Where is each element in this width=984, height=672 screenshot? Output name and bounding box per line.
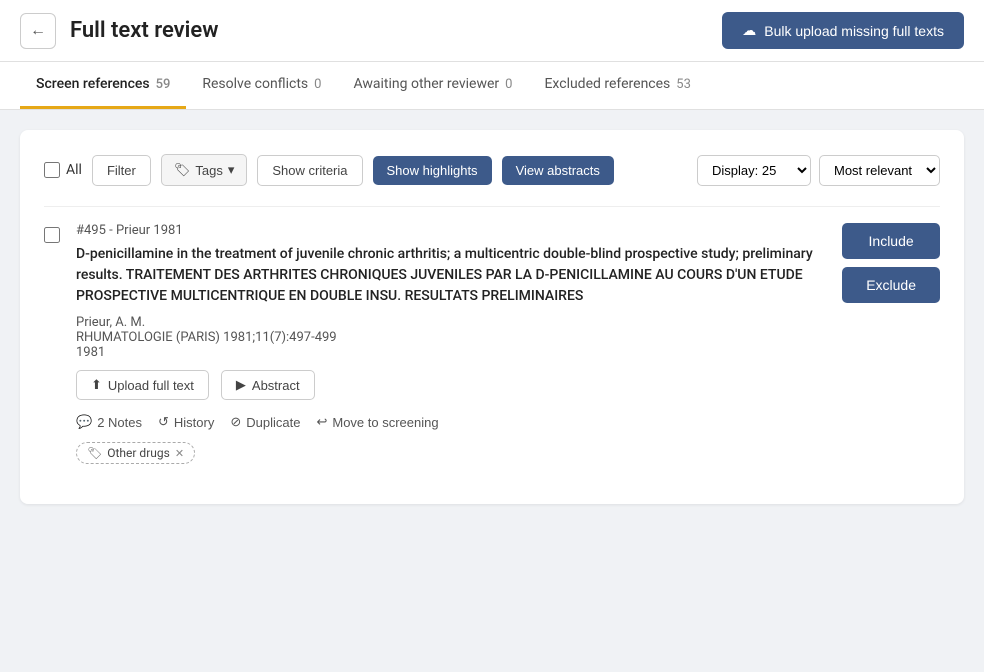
back-button[interactable]: ← — [20, 13, 56, 49]
abstract-label: Abstract — [252, 378, 300, 393]
show-highlights-button[interactable]: Show highlights — [373, 156, 492, 185]
tags-label: Tags — [195, 163, 222, 178]
main-content: All Filter 🏷 Tags ▾ Show criteria Show h… — [0, 110, 984, 524]
move-label: Move to screening — [332, 415, 438, 430]
abstract-button[interactable]: ▶ Abstract — [221, 370, 315, 400]
history-icon: ↺ — [158, 414, 169, 430]
tab-resolve-count: 0 — [314, 77, 321, 92]
cloud-upload-icon: ☁ — [742, 22, 756, 39]
reference-actions: ⬆ Upload full text ▶ Abstract — [76, 370, 826, 400]
reference-year: 1981 — [76, 345, 826, 360]
bulk-upload-label: Bulk upload missing full texts — [764, 23, 944, 39]
notes-icon: 💬 — [76, 414, 92, 430]
tab-excluded-count: 53 — [676, 77, 691, 92]
select-all-container: All — [44, 162, 82, 178]
reference-journal: RHUMATOLOGIE (PARIS) 1981;11(7):497-499 — [76, 330, 826, 345]
notes-button[interactable]: 💬 2 Notes — [76, 410, 142, 434]
tab-awaiting-label: Awaiting other reviewer — [353, 76, 499, 92]
upload-full-text-button[interactable]: ⬆ Upload full text — [76, 370, 209, 400]
upload-label: Upload full text — [108, 378, 194, 393]
tab-screen-count: 59 — [156, 77, 171, 92]
sort-select[interactable]: Most relevant Most recent Oldest first — [819, 155, 940, 186]
tab-resolve-conflicts[interactable]: Resolve conflicts 0 — [186, 62, 337, 109]
content-card: All Filter 🏷 Tags ▾ Show criteria Show h… — [20, 130, 964, 504]
include-button[interactable]: Include — [842, 223, 940, 259]
upload-icon: ⬆ — [91, 377, 102, 393]
reference-decision-buttons: Include Exclude — [842, 223, 940, 464]
move-icon: ↩ — [316, 414, 327, 430]
list-item: 🏷 Other drugs ✕ — [76, 442, 195, 464]
tag-text: Other drugs — [107, 446, 170, 460]
tab-awaiting-reviewer[interactable]: Awaiting other reviewer 0 — [337, 62, 528, 109]
play-icon: ▶ — [236, 377, 246, 393]
tabs-bar: Screen references 59 Resolve conflicts 0… — [0, 62, 984, 110]
duplicate-label: Duplicate — [246, 415, 300, 430]
duplicate-button[interactable]: ⊘ Duplicate — [230, 410, 300, 434]
history-label: History — [174, 415, 214, 430]
duplicate-icon: ⊘ — [230, 414, 241, 430]
tab-excluded-label: Excluded references — [544, 76, 670, 92]
show-criteria-button[interactable]: Show criteria — [257, 155, 362, 186]
notes-label: 2 Notes — [97, 415, 142, 430]
tags-button[interactable]: 🏷 Tags ▾ — [161, 154, 248, 186]
display-select[interactable]: Display: 25 Display: 50 Display: 100 — [697, 155, 811, 186]
select-all-checkbox[interactable] — [44, 162, 60, 178]
view-abstracts-button[interactable]: View abstracts — [502, 156, 614, 185]
tab-screen-label: Screen references — [36, 76, 150, 92]
reference-title: D-penicillamine in the treatment of juve… — [76, 244, 826, 307]
all-label: All — [66, 162, 82, 178]
exclude-button[interactable]: Exclude — [842, 267, 940, 303]
tab-resolve-label: Resolve conflicts — [202, 76, 308, 92]
tab-awaiting-count: 0 — [505, 77, 512, 92]
header-left: ← Full text review — [20, 13, 218, 49]
reference-id: #495 - Prieur 1981 — [76, 223, 826, 238]
tags-container: 🏷 Other drugs ✕ — [76, 442, 826, 464]
chevron-down-icon: ▾ — [228, 162, 235, 178]
reference-body: #495 - Prieur 1981 D-penicillamine in th… — [76, 223, 826, 464]
table-row: #495 - Prieur 1981 D-penicillamine in th… — [44, 206, 940, 480]
page-title: Full text review — [70, 18, 218, 43]
reference-meta: 💬 2 Notes ↺ History ⊘ Duplicate ↩ Move t… — [76, 410, 826, 434]
tab-excluded-references[interactable]: Excluded references 53 — [528, 62, 706, 109]
tab-screen-references[interactable]: Screen references 59 — [20, 62, 186, 109]
toolbar: All Filter 🏷 Tags ▾ Show criteria Show h… — [44, 154, 940, 186]
bulk-upload-button[interactable]: ☁ Bulk upload missing full texts — [722, 12, 964, 49]
tag-icon: 🏷 — [174, 162, 191, 178]
display-controls: Display: 25 Display: 50 Display: 100 Mos… — [697, 155, 940, 186]
history-button[interactable]: ↺ History — [158, 410, 214, 434]
reference-checkbox[interactable] — [44, 227, 60, 243]
move-to-screening-button[interactable]: ↩ Move to screening — [316, 410, 438, 434]
tag-icon: 🏷 — [87, 446, 102, 460]
filter-button[interactable]: Filter — [92, 155, 151, 186]
header: ← Full text review ☁ Bulk upload missing… — [0, 0, 984, 62]
tag-remove-button[interactable]: ✕ — [175, 448, 184, 459]
reference-author: Prieur, A. M. — [76, 315, 826, 330]
